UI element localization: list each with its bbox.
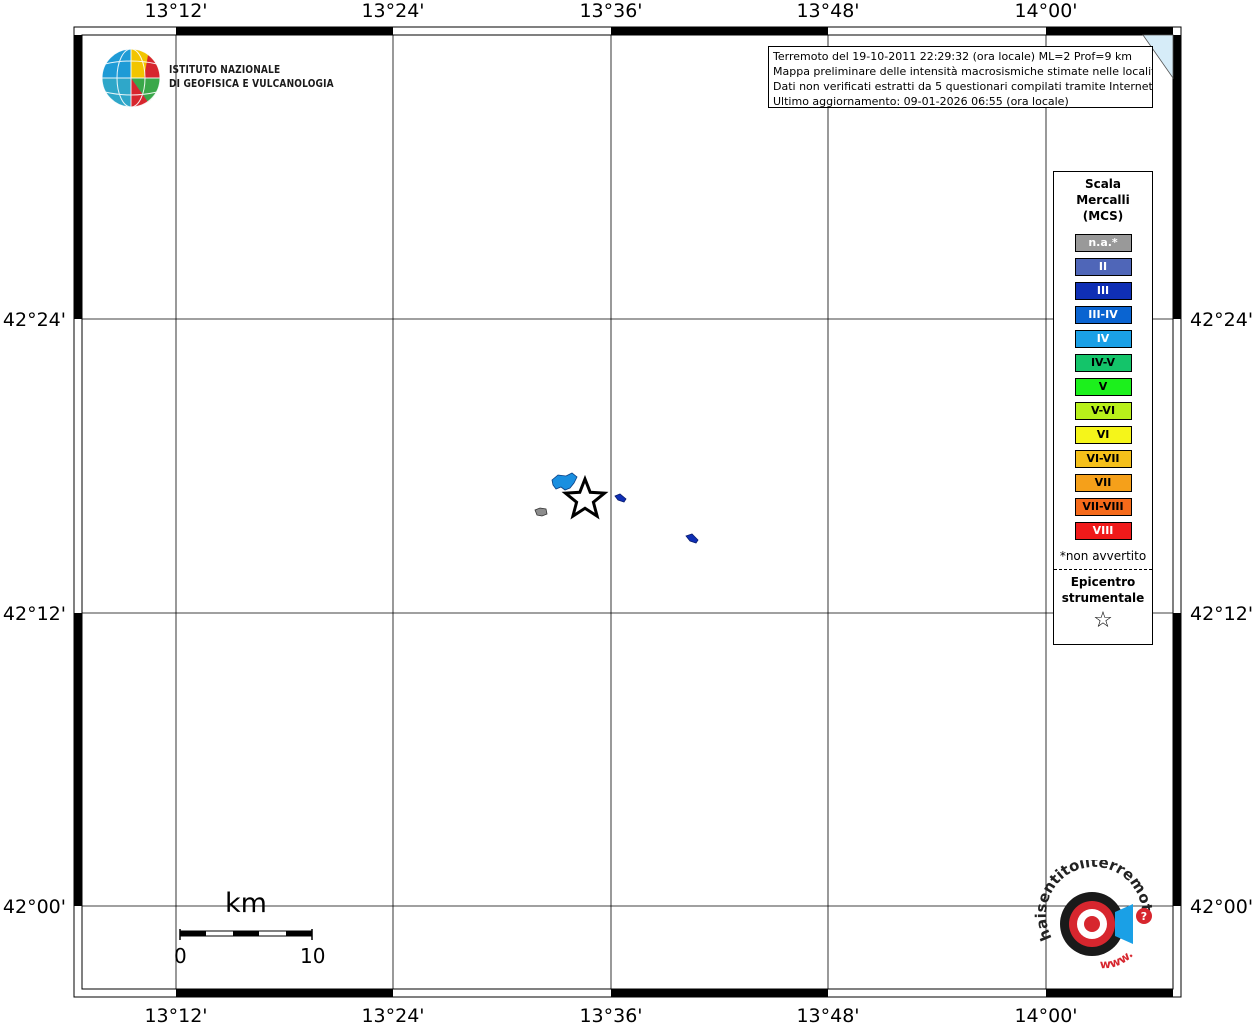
lon-label-top-5: 14°00': [1014, 0, 1077, 22]
svg-text:?: ?: [1141, 910, 1147, 923]
legend-separator: [1054, 569, 1152, 570]
lat-label-right-3: 42°00': [1190, 896, 1253, 918]
legend-title-line1: Scala: [1084, 177, 1122, 191]
left-lat-labels: 42°24' 42°12' 42°00': [3, 309, 66, 918]
top-lon-labels: 13°12' 13°24' 13°36' 13°48' 14°00': [144, 0, 1077, 22]
scale-unit: km: [225, 888, 267, 919]
hst-target-icon: [1060, 892, 1133, 956]
legend-item: n.a.*: [1074, 234, 1132, 252]
bottom-lon-labels: 13°12' 13°24' 13°36' 13°48' 14°00': [144, 1005, 1077, 1024]
lon-label-top-4: 13°48': [796, 0, 859, 22]
legend-item: IV-V: [1074, 354, 1132, 372]
right-lat-labels: 42°24' 42°12' 42°00': [1190, 309, 1253, 918]
hst-question-icon: ?: [1136, 908, 1152, 924]
info-line-data-note: Dati non verificati estratti da 5 questi…: [773, 80, 1153, 93]
lat-label-left-2: 42°12': [3, 603, 66, 625]
info-line-map-desc: Mappa preliminare delle intensità macros…: [773, 65, 1153, 78]
info-line-event: Terremoto del 19-10-2011 22:29:32 (ora l…: [773, 50, 1133, 63]
legend-title-line3: (MCS): [1082, 209, 1124, 223]
lon-label-top-2: 13°24': [361, 0, 424, 22]
lon-label-bottom-1: 13°12': [144, 1005, 207, 1024]
legend-epicenter-line2: strumentale: [1061, 591, 1145, 605]
legend-item: V-VI: [1074, 402, 1132, 420]
lon-label-bottom-5: 14°00': [1014, 1005, 1077, 1024]
legend-epicenter-label: Epicentro strumentale: [1054, 574, 1152, 606]
institute-name: ISTITUTO NAZIONALE DI GEOFISICA E VULCAN…: [169, 63, 334, 91]
legend-item: VIII: [1074, 522, 1132, 540]
lat-label-left-1: 42°24': [3, 309, 66, 331]
lat-label-right-1: 42°24': [1190, 309, 1253, 331]
legend-item: II: [1074, 258, 1132, 276]
lon-label-bottom-2: 13°24': [361, 1005, 424, 1024]
legend-title-line2: Mercalli: [1076, 193, 1130, 207]
lat-label-left-3: 42°00': [3, 896, 66, 918]
lon-label-top-3: 13°36': [579, 0, 642, 22]
legend-item: III: [1074, 282, 1132, 300]
lat-label-right-2: 42°12': [1190, 603, 1253, 625]
lon-label-bottom-4: 13°48': [796, 1005, 859, 1024]
institute-name-line1: ISTITUTO NAZIONALE: [169, 63, 281, 76]
ingv-globe-logo: [101, 48, 161, 108]
legend-item: VI: [1074, 426, 1132, 444]
scale-min-label: 0: [174, 944, 187, 968]
earthquake-info-box: Terremoto del 19-10-2011 22:29:32 (ora l…: [768, 46, 1153, 108]
legend-item: VII: [1074, 474, 1132, 492]
mcs-legend: Scala Mercalli (MCS) n.a.* II III III-IV IV I…: [1053, 171, 1153, 645]
legend-items: n.a.* II III III-IV IV IV-V V V-VI VI VI-VII VII VI…: [1054, 234, 1152, 540]
legend-item: IV: [1074, 330, 1132, 348]
hst-logo[interactable]: haisentitoilterremoto.it www. ?: [1030, 860, 1160, 990]
legend-epicenter-line1: Epicentro: [1070, 575, 1136, 589]
map-inner-border: [81, 34, 1174, 990]
institute-name-line2: DI GEOFISICA E VULCANOLOGIA: [169, 77, 334, 90]
legend-item: III-IV: [1074, 306, 1132, 324]
legend-note: *non avvertito: [1059, 549, 1147, 563]
legend-title: Scala Mercalli (MCS): [1054, 176, 1152, 224]
legend-item: VI-VII: [1074, 450, 1132, 468]
legend-item: V: [1074, 378, 1132, 396]
legend-item: VII-VIII: [1074, 498, 1132, 516]
intensity-point-na[interactable]: [534, 507, 548, 517]
legend-star-icon: ☆: [1093, 608, 1113, 633]
lon-label-top-1: 13°12': [144, 0, 207, 22]
lon-label-bottom-3: 13°36': [579, 1005, 642, 1024]
info-line-updated: Ultimo aggiornamento: 09-01-2026 06:55 (…: [773, 95, 1069, 108]
scale-max-label: 10: [300, 944, 326, 968]
